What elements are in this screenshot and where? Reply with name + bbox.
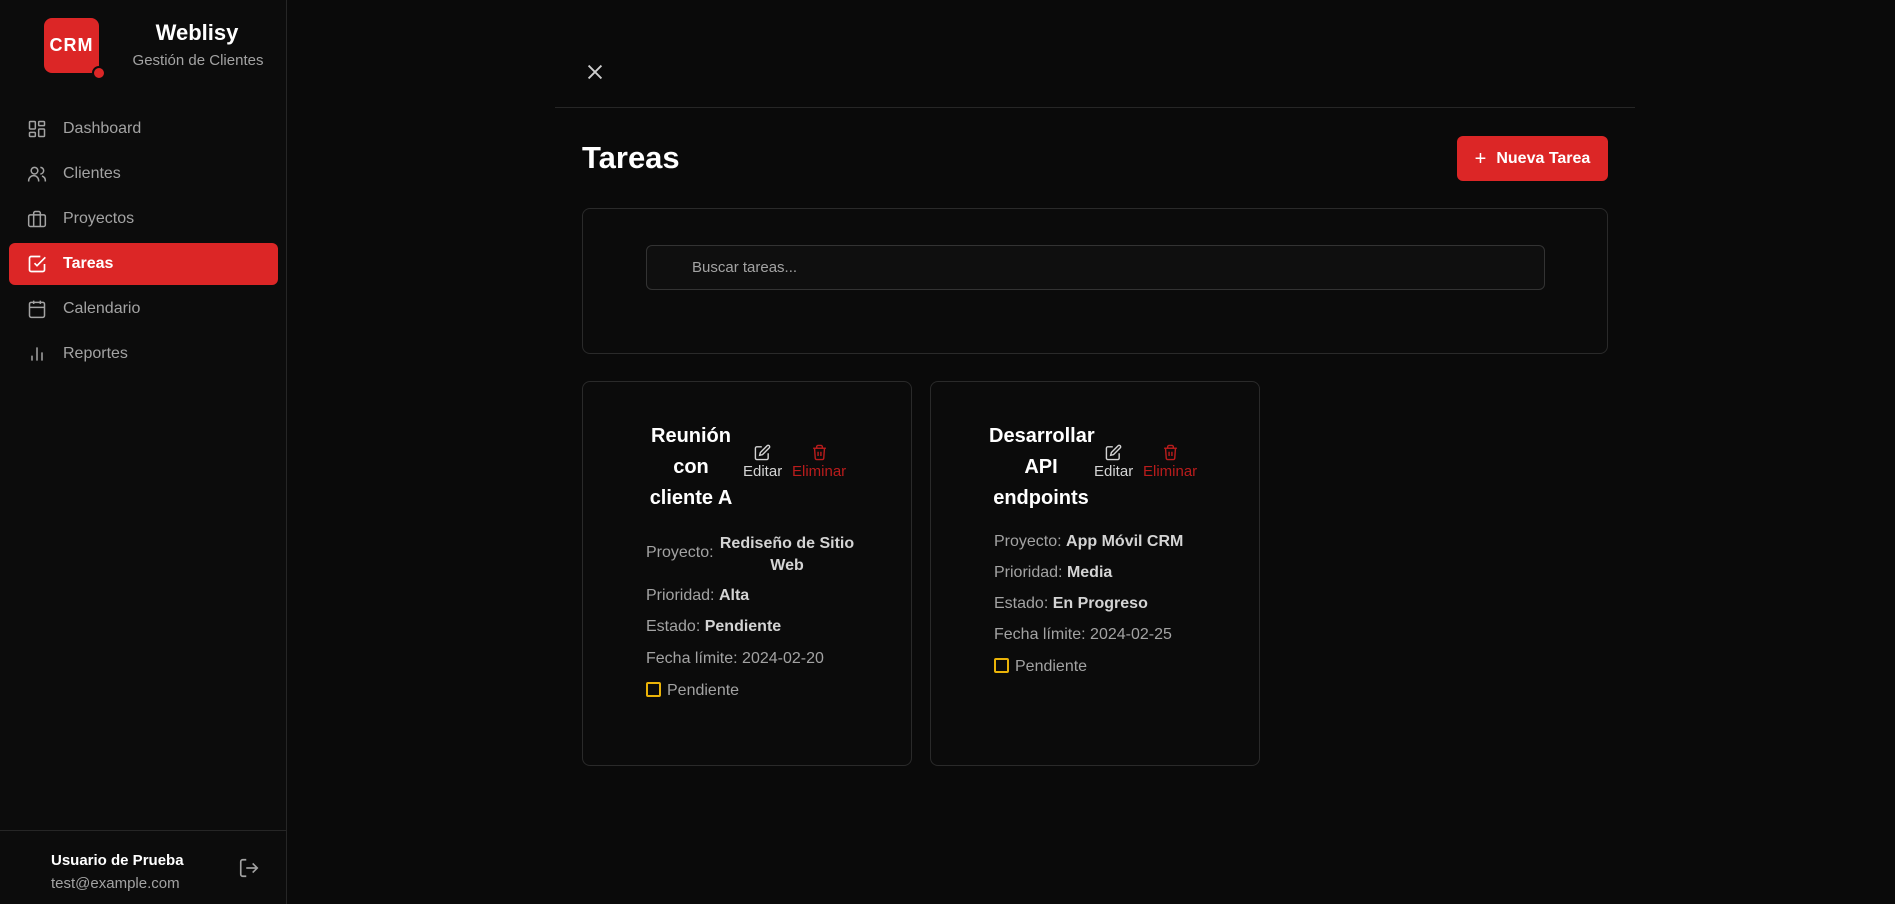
status-toggle[interactable]: Pendiente xyxy=(646,682,739,700)
grid-icon xyxy=(27,119,47,139)
user-name: Usuario de Prueba xyxy=(51,852,184,869)
task-title: Desarrollar API endpoints xyxy=(989,421,1095,514)
edit-button[interactable]: Editar xyxy=(1094,444,1133,480)
project-value: Rediseño de Sitio Web xyxy=(717,533,857,577)
project-label: Proyecto: xyxy=(994,533,1062,550)
brand-subtitle: Gestión de Clientes xyxy=(132,52,264,69)
sidebar-item-label: Clientes xyxy=(63,165,121,182)
briefcase-icon xyxy=(27,209,47,229)
due-value: 2024-02-25 xyxy=(1090,626,1172,643)
priority-label: Prioridad: xyxy=(646,587,715,604)
due-label: Fecha límite: xyxy=(646,650,738,667)
status-toggle[interactable]: Pendiente xyxy=(994,658,1087,676)
priority-value: Media xyxy=(1066,564,1113,581)
edit-button[interactable]: Editar xyxy=(743,444,782,480)
search-panel xyxy=(582,208,1608,354)
due-value: 2024-02-20 xyxy=(742,650,824,667)
sidebar-item-label: Tareas xyxy=(63,255,114,272)
project-label: Proyecto: xyxy=(646,544,714,561)
brand[interactable]: CRM Weblisy Gestión de Clientes xyxy=(44,18,274,80)
sidebar-nav: Dashboard Clientes Proyectos Tareas Cale… xyxy=(9,108,278,378)
task-title-line: endpoints xyxy=(993,487,1089,509)
trash-icon xyxy=(1163,444,1177,461)
sidebar-item-reportes[interactable]: Reportes xyxy=(9,333,278,375)
new-task-button[interactable]: + Nueva Tarea xyxy=(1457,136,1608,181)
sidebar-item-clientes[interactable]: Clientes xyxy=(9,153,278,195)
sidebar-item-label: Dashboard xyxy=(63,120,142,137)
due-row: Fecha límite: 2024-02-25 xyxy=(994,626,1172,644)
user-email: test@example.com xyxy=(51,875,180,892)
header-divider xyxy=(555,107,1635,108)
sidebar-item-calendario[interactable]: Calendario xyxy=(9,288,278,330)
priority-row: Prioridad: Media xyxy=(994,564,1112,582)
delete-button[interactable]: Eliminar xyxy=(1143,444,1197,480)
status-label: Estado: xyxy=(994,595,1049,612)
close-icon[interactable] xyxy=(584,61,606,83)
edit-icon xyxy=(754,444,771,461)
status-toggle-label: Pendiente xyxy=(667,682,740,699)
task-title-line: cliente A xyxy=(649,487,733,509)
logout-icon[interactable] xyxy=(238,857,260,879)
priority-label: Prioridad: xyxy=(994,564,1063,581)
task-title-line: con xyxy=(673,456,709,478)
check-square-icon xyxy=(27,254,47,274)
task-card: Desarrollar API endpoints Editar Elimina… xyxy=(930,381,1260,766)
edit-label: Editar xyxy=(1094,463,1134,480)
due-label: Fecha límite: xyxy=(994,626,1086,643)
project-value-line: Web xyxy=(770,557,804,574)
user-panel: Usuario de Prueba test@example.com xyxy=(0,830,287,904)
project-value-line: Rediseño de Sitio xyxy=(719,535,855,552)
edit-icon xyxy=(1105,444,1122,461)
status-value: En Progreso xyxy=(1052,595,1148,612)
plus-icon: + xyxy=(1474,147,1487,170)
delete-label: Eliminar xyxy=(1143,463,1198,480)
sidebar: CRM Weblisy Gestión de Clientes Dashboar… xyxy=(0,0,287,904)
status-row: Estado: Pendiente xyxy=(646,618,781,636)
search-input[interactable] xyxy=(646,245,1545,290)
new-task-label: Nueva Tarea xyxy=(1496,149,1591,167)
status-toggle-label: Pendiente xyxy=(1015,658,1088,675)
priority-value: Alta xyxy=(718,587,750,604)
sidebar-item-label: Reportes xyxy=(63,345,128,362)
sidebar-item-label: Calendario xyxy=(63,300,141,317)
bar-chart-icon xyxy=(27,344,47,364)
edit-label: Editar xyxy=(743,463,783,480)
sidebar-item-label: Proyectos xyxy=(63,210,135,227)
brand-name: Weblisy xyxy=(155,20,239,45)
delete-button[interactable]: Eliminar xyxy=(792,444,846,480)
sidebar-item-tareas[interactable]: Tareas xyxy=(9,243,278,285)
logo: CRM xyxy=(44,18,99,73)
checkbox-icon xyxy=(646,682,661,697)
due-row: Fecha límite: 2024-02-20 xyxy=(646,650,824,668)
task-card: Reunión con cliente A Editar Eliminar Pr… xyxy=(582,381,912,766)
status-label: Estado: xyxy=(646,618,701,635)
priority-row: Prioridad: Alta xyxy=(646,587,749,605)
project-value: App Móvil CRM xyxy=(1066,533,1184,550)
calendar-icon xyxy=(27,299,47,319)
users-icon xyxy=(27,164,47,184)
task-title-line: Reunión xyxy=(651,425,731,447)
sidebar-item-proyectos[interactable]: Proyectos xyxy=(9,198,278,240)
sidebar-item-dashboard[interactable]: Dashboard xyxy=(9,108,278,150)
delete-label: Eliminar xyxy=(792,463,847,480)
task-title-line: Desarrollar xyxy=(989,425,1095,447)
task-title-line: API xyxy=(1024,456,1058,478)
checkbox-icon xyxy=(994,658,1009,673)
task-title: Reunión con cliente A xyxy=(645,421,737,514)
logo-dot xyxy=(92,66,106,80)
status-value: Pendiente xyxy=(704,618,782,635)
project-row: Proyecto: App Móvil CRM xyxy=(994,533,1183,551)
status-row: Estado: En Progreso xyxy=(994,595,1148,613)
trash-icon xyxy=(812,444,826,461)
page-title: Tareas xyxy=(582,140,680,175)
